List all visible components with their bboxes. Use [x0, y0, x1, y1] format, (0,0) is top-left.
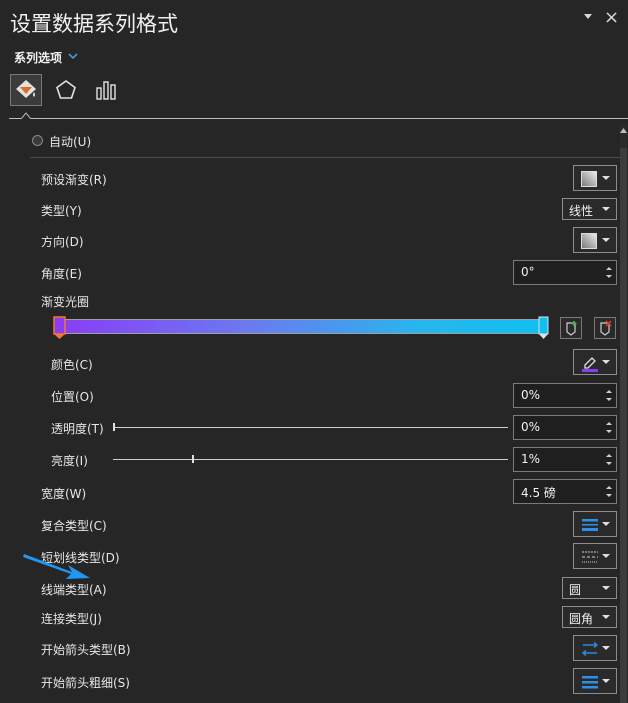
chevron-down-icon[interactable] [68, 52, 78, 60]
cap-type-label: 线端类型(A) [41, 583, 107, 597]
transparency-label: 透明度(T) [51, 422, 104, 436]
begin-arrow-size-label: 开始箭头粗细(S) [41, 676, 130, 690]
spin-down-icon[interactable] [606, 494, 612, 497]
caret-down-icon [602, 646, 610, 650]
position-value: 0% [521, 388, 541, 402]
direction-label: 方向(D) [41, 235, 84, 249]
spin-down-icon[interactable] [606, 398, 612, 401]
caret-down-icon [602, 238, 610, 242]
type-label: 类型(Y) [41, 204, 82, 218]
begin-arrow-size-button[interactable] [573, 668, 617, 694]
gradient-stops-bar[interactable] [57, 319, 544, 334]
join-type-select[interactable]: 圆角 [562, 606, 617, 628]
close-icon[interactable]: × [604, 7, 619, 28]
remove-stop-icon [600, 320, 612, 336]
tab-divider [9, 118, 628, 119]
dash-lines-icon [582, 551, 598, 563]
scroll-up-icon[interactable] [619, 126, 628, 135]
pentagon-icon [56, 80, 76, 99]
gradient-swatch-icon [581, 171, 597, 187]
spin-down-icon[interactable] [606, 430, 612, 433]
angle-spinner[interactable]: 0° [513, 260, 617, 285]
brightness-slider-thumb[interactable] [192, 455, 194, 463]
preset-gradient-label: 预设渐变(R) [41, 173, 107, 187]
tab-series-options[interactable] [90, 74, 122, 106]
width-label: 宽度(W) [41, 487, 87, 501]
gradient-direction-icon [581, 233, 597, 249]
spin-down-icon[interactable] [606, 462, 612, 465]
caret-down-icon [602, 360, 610, 364]
angle-value: 0° [521, 265, 535, 279]
add-stop-icon [566, 321, 577, 336]
pane-title: 设置数据系列格式 [10, 12, 178, 36]
transparency-spinner[interactable]: 0% [513, 415, 617, 440]
arrow-type-icon [581, 641, 599, 657]
auto-label: 自动(U) [49, 135, 92, 149]
width-spinner[interactable]: 4.5 磅 [513, 479, 617, 504]
tab-fill-line[interactable] [10, 74, 42, 106]
add-gradient-stop-button[interactable] [560, 317, 582, 339]
direction-button[interactable] [573, 227, 617, 253]
gradient-stops-label: 渐变光圈 [41, 295, 90, 309]
annotation-arrow-icon [23, 554, 90, 579]
brightness-value: 1% [521, 452, 541, 466]
brightness-label: 亮度(I) [51, 454, 88, 468]
caret-down-icon [602, 207, 610, 211]
active-tab-pointer [21, 112, 31, 119]
gradient-stop-end[interactable] [538, 316, 549, 340]
spin-up-icon[interactable] [606, 267, 612, 270]
join-type-label: 连接类型(J) [41, 612, 102, 626]
section-divider [30, 157, 620, 158]
caret-down-icon [602, 554, 610, 558]
position-spinner[interactable]: 0% [513, 383, 617, 408]
tab-effects[interactable] [50, 74, 82, 106]
position-label: 位置(O) [51, 390, 94, 404]
transparency-slider[interactable] [113, 427, 508, 428]
caret-down-icon [602, 586, 610, 590]
preset-gradient-button[interactable] [573, 165, 617, 191]
pen-color-icon [582, 357, 598, 372]
caret-down-icon [602, 679, 610, 683]
pane-options-dropdown-icon[interactable] [582, 10, 594, 22]
dash-type-button[interactable] [573, 543, 617, 569]
auto-radio[interactable] [32, 135, 43, 146]
caret-down-icon [602, 615, 610, 619]
scrollbar-thumb[interactable] [620, 148, 627, 703]
brightness-spinner[interactable]: 1% [513, 447, 617, 472]
compound-lines-icon [582, 519, 598, 531]
arrow-size-icon [582, 676, 598, 689]
color-label: 颜色(C) [51, 358, 93, 372]
transparency-slider-thumb[interactable] [113, 423, 115, 431]
spin-up-icon[interactable] [606, 454, 612, 457]
spin-up-icon[interactable] [606, 486, 612, 489]
caret-down-icon [602, 176, 610, 180]
type-select[interactable]: 线性 [562, 198, 617, 220]
cap-type-value: 圆 [569, 583, 582, 597]
series-options-menu[interactable]: 系列选项 [14, 49, 62, 66]
caret-down-icon [602, 522, 610, 526]
brightness-slider[interactable] [113, 459, 508, 460]
cap-type-select[interactable]: 圆 [562, 577, 617, 599]
bar-chart-icon [96, 81, 116, 100]
join-type-value: 圆角 [569, 612, 594, 626]
paint-bucket-icon [16, 80, 36, 98]
begin-arrow-type-label: 开始箭头类型(B) [41, 643, 131, 657]
gradient-stop-start[interactable] [53, 316, 66, 340]
remove-gradient-stop-button[interactable] [594, 317, 616, 339]
color-picker-button[interactable] [573, 349, 617, 375]
width-value: 4.5 磅 [521, 486, 556, 500]
angle-label: 角度(E) [41, 267, 82, 281]
type-value: 线性 [569, 204, 594, 218]
compound-type-label: 复合类型(C) [41, 519, 107, 533]
compound-type-button[interactable] [573, 511, 617, 537]
spin-up-icon[interactable] [606, 422, 612, 425]
spin-down-icon[interactable] [606, 275, 612, 278]
spin-up-icon[interactable] [606, 390, 612, 393]
begin-arrow-type-button[interactable] [573, 635, 617, 661]
transparency-value: 0% [521, 420, 541, 434]
